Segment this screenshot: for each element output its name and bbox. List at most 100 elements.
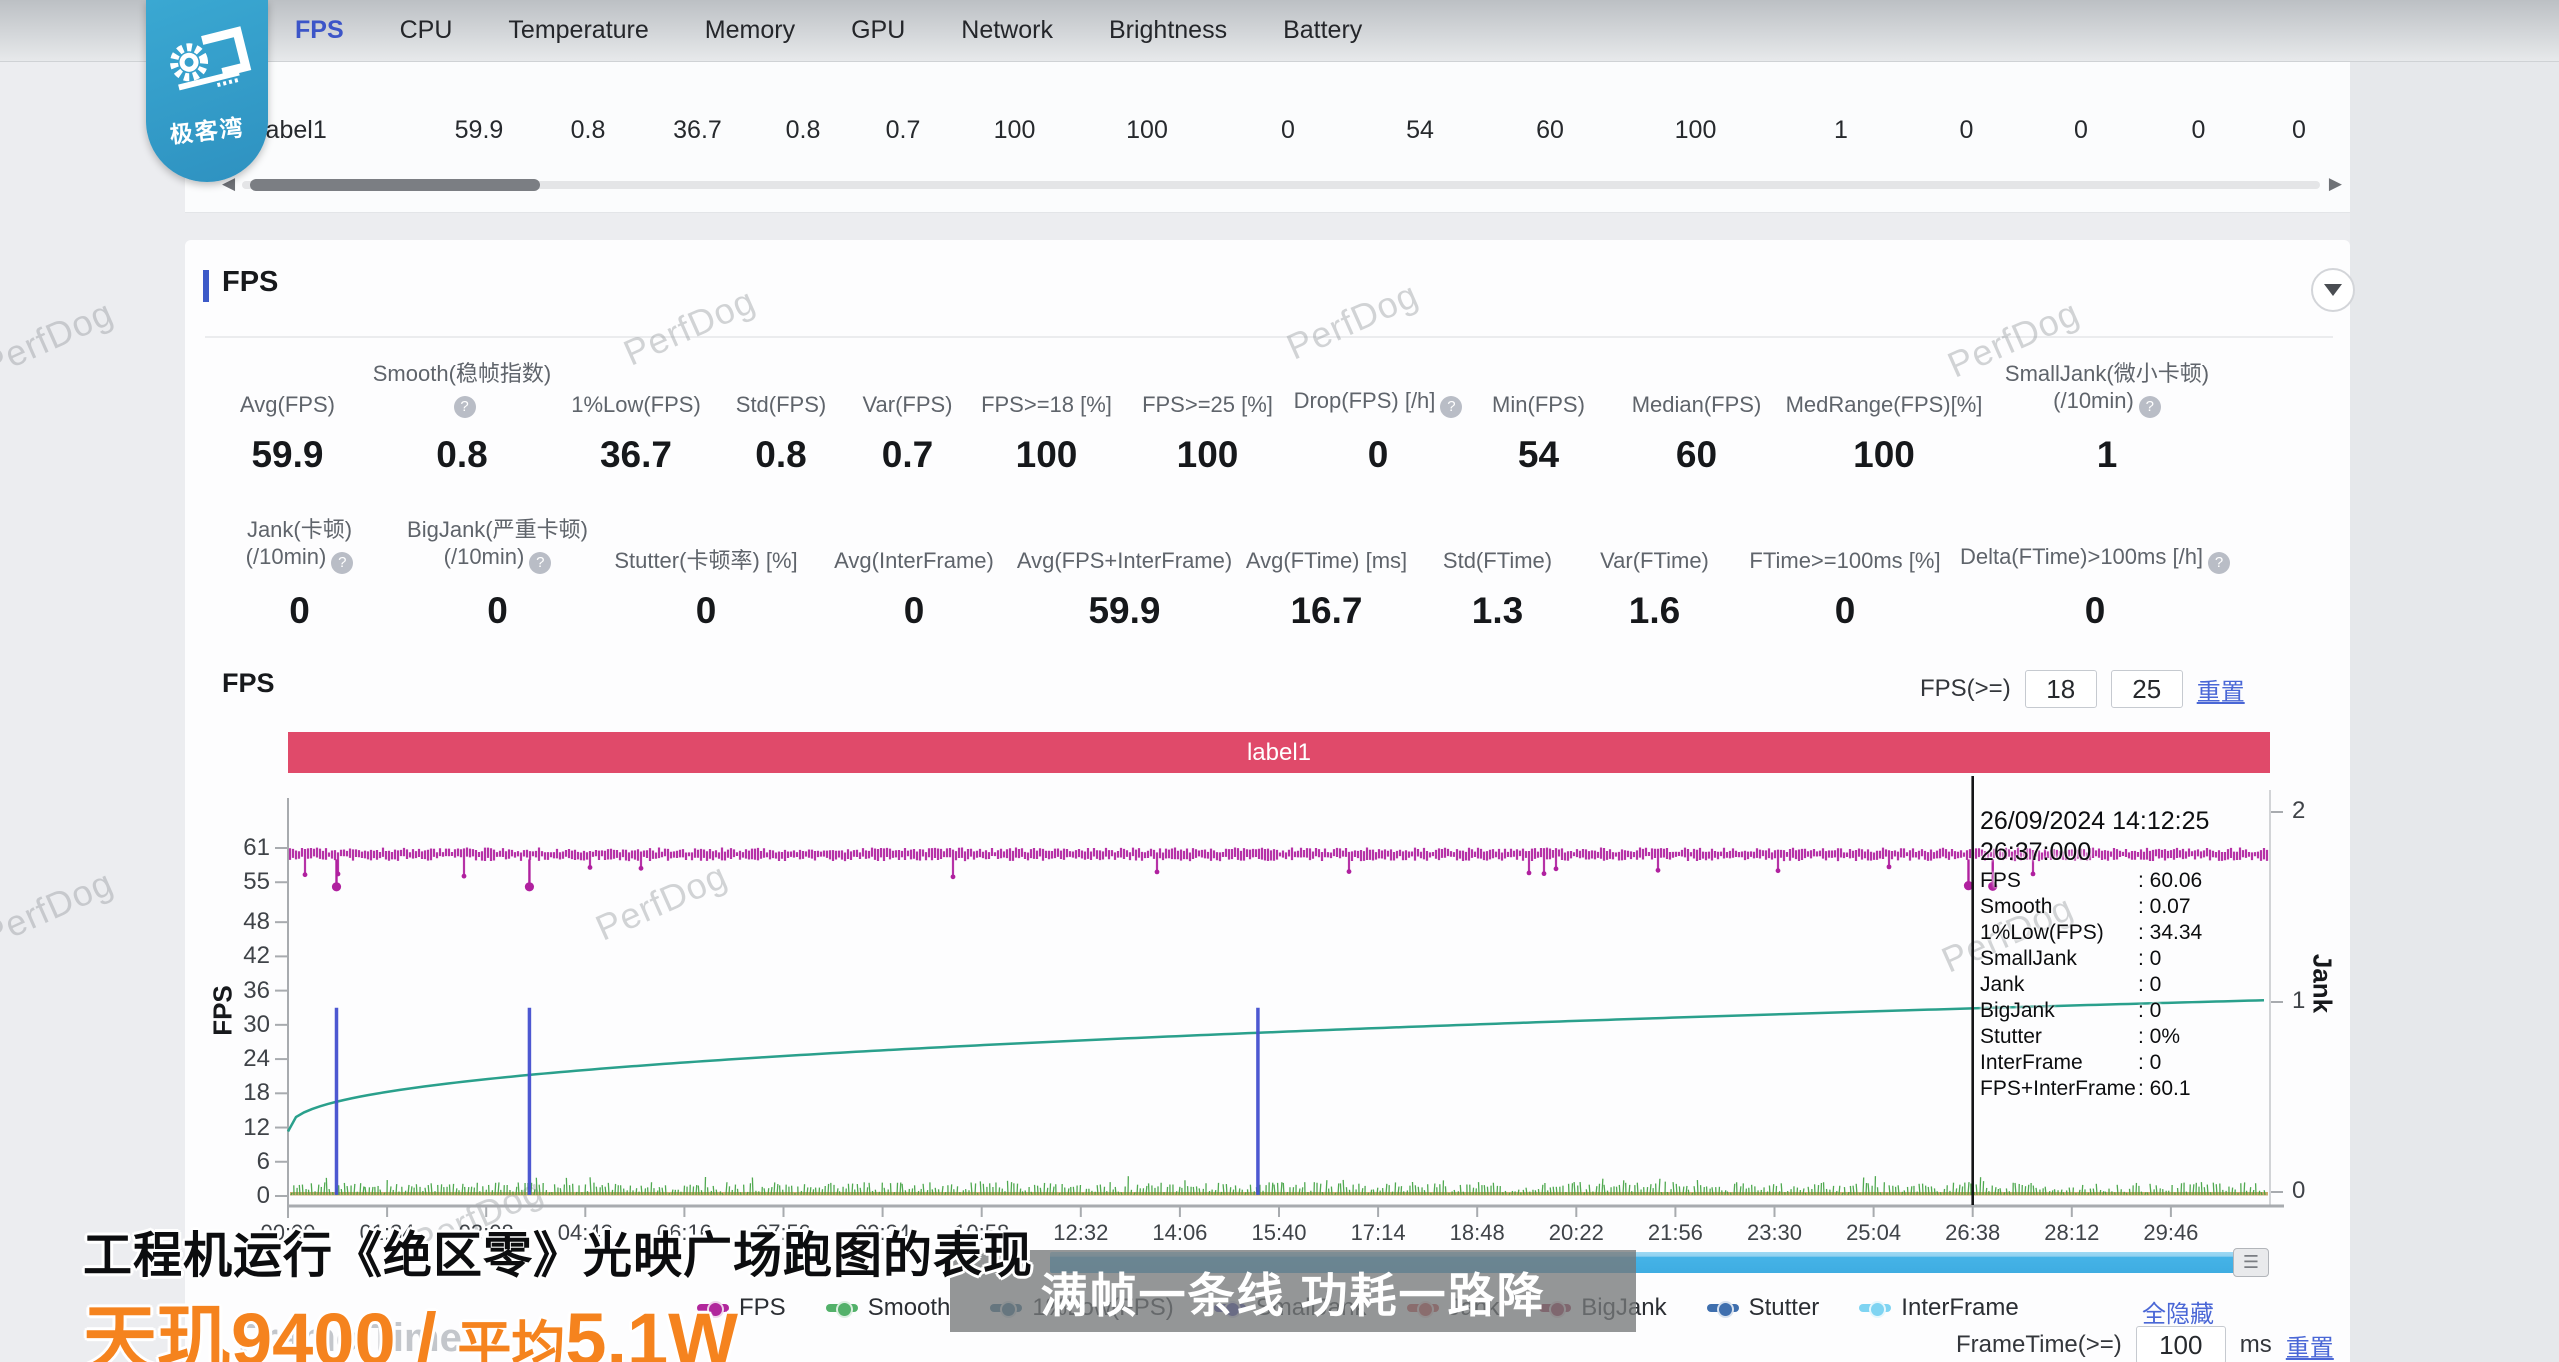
metric-value: 1	[2097, 434, 2118, 476]
metric-value: 0	[1835, 590, 1856, 632]
metric-label: Median(FPS)	[1632, 362, 1762, 418]
metric-label-line: Avg(FPS)	[240, 391, 335, 418]
metric-item: Smooth(稳帧指数)?0.8	[370, 360, 554, 476]
scrollbar-track[interactable]	[242, 181, 2320, 189]
metric-label-line: 1%Low(FPS)	[571, 391, 701, 418]
caption-part: 5.1W	[565, 1298, 738, 1362]
metric-item: FTime>=100ms [%]0	[1735, 516, 1955, 632]
tooltip-row: Stutter: 0%	[1980, 1024, 2209, 1050]
metric-label-text: BigJank(严重卡顿)	[407, 517, 588, 542]
metric-label: Delta(FTime)>100ms [/h]?	[1960, 518, 2230, 574]
frametime-controls: FrameTime(>=) ms 重置	[1956, 1326, 2334, 1362]
metric-value: 1.6	[1629, 590, 1680, 632]
metric-label: Avg(FPS+InterFrame)	[1017, 518, 1232, 574]
metric-label-line: Var(FTime)	[1600, 547, 1709, 574]
left-axis-tick-label: 12	[216, 1114, 270, 1142]
metric-value: 100	[1016, 434, 1078, 476]
left-axis-tick-label: 30	[216, 1011, 270, 1039]
frametime-input[interactable]	[2136, 1326, 2226, 1362]
metric-label-text: Stutter(卡顿率) [%]	[614, 548, 797, 573]
help-icon[interactable]: ?	[529, 552, 551, 574]
frametime-label: FrameTime(>=)	[1956, 1331, 2122, 1359]
legend-item-smooth[interactable]: Smooth	[826, 1294, 951, 1322]
tooltip-row: InterFrame: 0	[1980, 1050, 2209, 1076]
metric-label-line: Jank(卡顿)	[246, 516, 354, 543]
legend-marker-icon	[1707, 1304, 1739, 1312]
summary-horizontal-scrollbar[interactable]: ◀ ▶	[222, 176, 2342, 194]
metric-value: 54	[1518, 434, 1559, 476]
tab-gpu[interactable]: GPU	[851, 16, 905, 45]
summary-cell: 0	[1909, 116, 2024, 145]
tooltip-row-value: : 0.07	[2138, 895, 2191, 918]
left-axis-tick-label: 0	[216, 1182, 270, 1210]
tab-battery[interactable]: Battery	[1283, 16, 1362, 45]
help-icon[interactable]: ?	[1440, 396, 1462, 418]
x-axis-tick-label: 12:32	[1036, 1220, 1126, 1246]
tooltip-row-value: : 60.1	[2138, 1077, 2191, 1100]
fps-threshold-controls: FPS(>=) 重置	[1920, 670, 2245, 708]
tooltip-row: FPS+InterFrame: 60.1	[1980, 1076, 2209, 1102]
fps-threshold-input-2[interactable]	[2111, 670, 2183, 708]
metric-item: Avg(InterFrame)0	[811, 516, 1017, 632]
summary-cell: 0.8	[753, 116, 853, 145]
tab-temperature[interactable]: Temperature	[508, 16, 648, 45]
fps-threshold-reset-link[interactable]: 重置	[2197, 672, 2245, 707]
metric-label-text: (/10min)	[2053, 388, 2134, 413]
summary-row[interactable]: ✓ label1 59.90.836.70.80.710010005460100…	[222, 116, 2339, 145]
metric-label-text: (/10min)	[444, 544, 525, 569]
metric-label-line: Avg(FPS+InterFrame)	[1017, 547, 1232, 574]
series-label: label1	[1247, 739, 1311, 767]
metric-label: Avg(FTime) [ms]	[1246, 518, 1407, 574]
tooltip-row-name: Jank	[1980, 972, 2138, 998]
metric-label: FPS>=25 [%]	[1142, 362, 1273, 418]
tab-brightness[interactable]: Brightness	[1109, 16, 1227, 45]
metric-item: Delta(FTime)>100ms [/h]? 0	[1955, 516, 2235, 632]
x-axis-tick-label: 15:40	[1234, 1220, 1324, 1246]
tab-cpu[interactable]: CPU	[400, 16, 453, 45]
collapse-panel-button[interactable]	[2311, 268, 2355, 312]
legend-label: Stutter	[1749, 1294, 1820, 1322]
x-axis-tick-label: 26:38	[1928, 1220, 2018, 1246]
frametime-reset-link[interactable]: 重置	[2286, 1328, 2334, 1362]
metric-label-line: Min(FPS)	[1492, 391, 1585, 418]
chart-range-handle[interactable]: ☰	[2233, 1248, 2269, 1277]
tooltip-row-value: : 0%	[2138, 1025, 2180, 1048]
metric-value: 0	[2085, 590, 2106, 632]
tooltip-row: SmallJank: 0	[1980, 946, 2209, 972]
left-axis-tick-label: 55	[216, 868, 270, 896]
metric-item: SmallJank(微小卡顿)(/10min)? 1	[1989, 360, 2225, 476]
help-icon[interactable]: ?	[454, 396, 476, 418]
metric-label-text: Avg(FPS)	[240, 392, 335, 417]
chart-title: FPS	[222, 668, 275, 699]
legend-marker-icon	[826, 1304, 858, 1312]
metric-label: Var(FTime)	[1600, 518, 1709, 574]
metric-label-line: SmallJank(微小卡顿)	[2005, 360, 2209, 387]
scrollbar-thumb[interactable]	[250, 179, 540, 191]
scroll-right-icon[interactable]: ▶	[2329, 174, 2342, 194]
gear-logo-icon	[160, 18, 254, 110]
tab-network[interactable]: Network	[961, 16, 1053, 45]
metric-label-line: Median(FPS)	[1632, 391, 1762, 418]
legend-item-stutter[interactable]: Stutter	[1707, 1294, 1820, 1322]
metric-label-text: FPS>=18 [%]	[981, 392, 1112, 417]
tab-fps[interactable]: FPS	[295, 16, 344, 45]
tab-memory[interactable]: Memory	[705, 16, 795, 45]
help-icon[interactable]: ?	[2139, 396, 2161, 418]
help-icon[interactable]: ?	[2208, 552, 2230, 574]
hide-all-link[interactable]: 全隐藏	[2142, 1294, 2214, 1329]
x-axis-tick-label: 29:46	[2126, 1220, 2216, 1246]
help-icon[interactable]: ?	[331, 552, 353, 574]
video-caption-overlay: 满帧一条线 功耗一路降	[950, 1250, 1636, 1332]
tooltip-row-value: : 60.06	[2138, 869, 2202, 892]
summary-cell: 100	[1076, 116, 1218, 145]
metric-value: 59.9	[251, 434, 323, 476]
metric-value: 0	[487, 590, 508, 632]
metric-value: 100	[1853, 434, 1915, 476]
fps-threshold-input-1[interactable]	[2025, 670, 2097, 708]
metric-value: 0	[696, 590, 717, 632]
tooltip-row-name: InterFrame	[1980, 1050, 2138, 1076]
panel-title: FPS	[222, 266, 278, 299]
tooltip-row-name: Smooth	[1980, 894, 2138, 920]
metric-label-line: Drop(FPS) [/h]?	[1294, 387, 1463, 418]
legend-item-interframe[interactable]: InterFrame	[1859, 1294, 2018, 1322]
